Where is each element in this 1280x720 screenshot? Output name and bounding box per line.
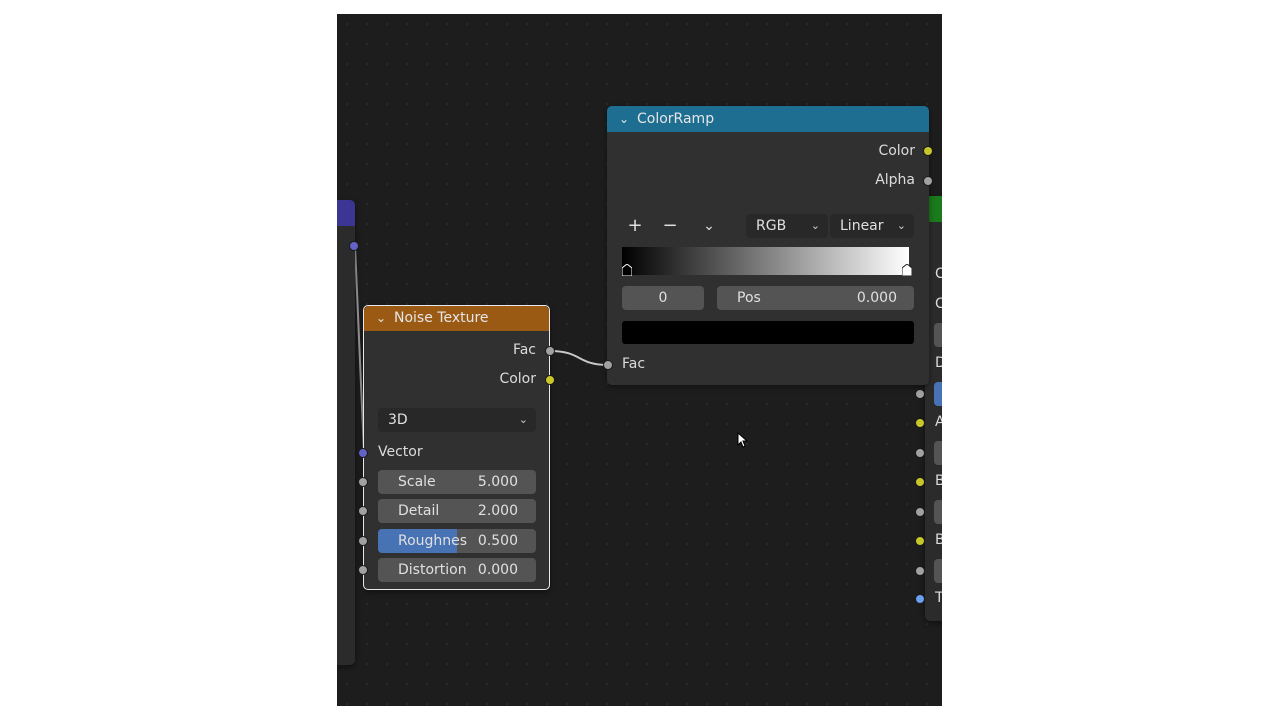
right-node-input-socket[interactable] [915,448,925,458]
stop-color-swatch[interactable] [622,321,914,344]
chevron-down-icon: ⌄ [896,219,906,232]
colorramp-header[interactable]: ⌄ ColorRamp [607,106,929,132]
interpolation-dropdown[interactable]: Linear ⌄ [830,214,914,238]
roughness-label: Roughnes [398,533,468,549]
right-node-input-socket[interactable] [915,536,925,546]
colorramp-output-alpha-label: Alpha [875,172,915,188]
right-node-field[interactable] [934,559,942,583]
colorramp-input-fac-label: Fac [622,356,646,372]
right-node-input-socket[interactable] [915,594,925,604]
color-stop-black[interactable] [622,264,632,276]
colorramp-output-color-label: Color [878,143,915,159]
right-node-letter: C [935,266,942,282]
right-node-field[interactable] [934,500,942,524]
noise-distortion-input-socket[interactable] [358,565,368,575]
color-stop-white[interactable] [902,264,912,276]
scale-value: 5.000 [477,474,518,490]
chevron-down-icon: ⌄ [810,219,820,232]
distortion-label: Distortion [398,562,467,578]
noise-detail-input-socket[interactable] [358,506,368,516]
noise-distortion-field[interactable]: Distortion 0.000 [378,558,536,582]
remove-stop-icon[interactable]: − [658,214,682,238]
right-node-input-socket[interactable] [915,477,925,487]
colorramp-output-alpha-socket[interactable] [923,176,933,186]
pos-label: Pos [737,290,761,306]
noise-vector-input-socket[interactable] [358,448,368,458]
color-mode-dropdown[interactable]: RGB ⌄ [746,214,828,238]
color-mode-value: RGB [756,218,787,234]
add-stop-icon[interactable]: + [623,214,647,238]
interpolation-value: Linear [840,218,884,234]
chevron-down-icon: ⌄ [518,413,528,426]
noise-dimensions-dropdown[interactable]: 3D ⌄ [378,408,536,432]
right-node-field-blue[interactable] [934,382,942,406]
collapse-chevron-icon[interactable]: ⌄ [374,306,388,331]
right-node-field[interactable] [934,441,942,465]
detail-value: 2.000 [477,503,518,519]
right-node-letter: C [935,296,942,312]
stop-index-field[interactable]: 0 [622,286,704,310]
node-editor-canvas[interactable]: C C D A B B T ⌄ ColorRamp Color Alpha + −… [337,14,942,706]
left-node-output-socket[interactable] [349,241,359,251]
noise-texture-title: Noise Texture [394,310,489,326]
noise-roughness-input-socket[interactable] [358,536,368,546]
right-node-input-socket[interactable] [915,418,925,428]
right-node-letter: A [935,414,942,430]
right-node-letter: D [935,355,942,371]
right-node-input-socket[interactable] [915,566,925,576]
chevron-down-icon[interactable]: ⌄ [697,214,721,238]
colorramp-title: ColorRamp [637,111,715,127]
link-fac-to-fac [549,350,609,366]
pos-value: 0.000 [856,290,897,306]
noise-roughness-field[interactable]: Roughnes 0.500 [378,529,536,553]
mouse-cursor-icon [737,432,749,448]
noise-output-color-label: Color [499,371,536,387]
right-node-field[interactable] [934,323,942,347]
right-node-input-socket[interactable] [915,507,925,517]
left-node-header [337,200,355,226]
collapse-chevron-icon[interactable]: ⌄ [617,106,631,132]
noise-output-fac-label: Fac [512,342,536,358]
right-node-letter: B [935,532,942,548]
right-node-input-socket[interactable] [915,389,925,399]
noise-detail-field[interactable]: Detail 2.000 [378,499,536,523]
right-node-letter: T [935,590,942,606]
noise-scale-field[interactable]: Scale 5.000 [378,470,536,494]
stop-index-value: 0 [658,290,668,306]
noise-texture-header[interactable]: ⌄ Noise Texture [364,306,549,331]
scale-label: Scale [398,474,436,490]
right-node-letter: B [935,473,942,489]
color-ramp-gradient[interactable] [622,247,909,275]
noise-output-fac-socket[interactable] [545,346,555,356]
noise-output-color-socket[interactable] [545,375,555,385]
detail-label: Detail [398,503,440,519]
stop-position-field[interactable]: Pos 0.000 [717,286,914,310]
colorramp-input-fac-socket[interactable] [603,360,613,370]
noise-dimensions-value: 3D [388,412,408,428]
roughness-value: 0.500 [477,533,518,549]
colorramp-output-color-socket[interactable] [923,146,933,156]
left-partial-node[interactable] [337,200,355,665]
noise-vector-label: Vector [378,444,423,460]
distortion-value: 0.000 [477,562,518,578]
noise-scale-input-socket[interactable] [358,477,368,487]
